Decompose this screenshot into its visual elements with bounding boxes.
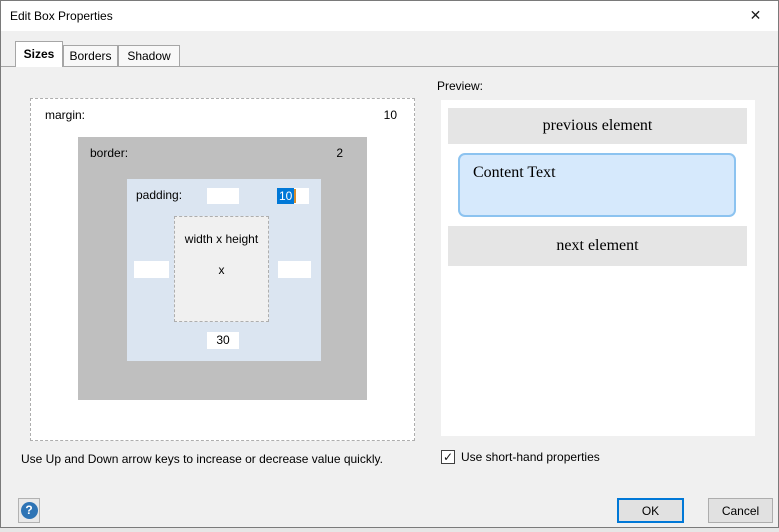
ok-button[interactable]: OK (617, 498, 684, 523)
help-button[interactable]: ? (18, 498, 40, 523)
titlebar: Edit Box Properties ✕ (1, 1, 778, 31)
dialog-title: Edit Box Properties (10, 1, 113, 31)
help-icon: ? (21, 502, 38, 519)
tab-strip-divider (1, 66, 778, 67)
content-size-diagram: width x height x (174, 216, 269, 322)
dimension-separator-label: x (175, 263, 268, 277)
preview-label: Preview: (437, 79, 483, 93)
padding-left-field[interactable] (134, 261, 169, 278)
hint-text: Use Up and Down arrow keys to increase o… (21, 452, 383, 466)
edit-box-properties-dialog: Edit Box Properties ✕ Sizes Borders Shad… (0, 0, 779, 528)
text-caret (294, 189, 296, 203)
next-element-preview: next element (448, 226, 747, 266)
shorthand-checkbox-row[interactable]: ✓ Use short-hand properties (441, 450, 600, 464)
border-value-field[interactable]: 2 (336, 146, 343, 160)
shorthand-checkbox[interactable]: ✓ (441, 450, 455, 464)
border-box-diagram: border: 2 padding: 10 30 width x height … (78, 137, 367, 400)
tab-shadow[interactable]: Shadow (118, 45, 180, 66)
padding-top-first-field[interactable] (207, 188, 239, 204)
tab-sizes[interactable]: Sizes (15, 41, 63, 67)
cancel-button[interactable]: Cancel (708, 498, 773, 523)
padding-top-second-field[interactable]: 10 (277, 188, 309, 204)
padding-box-diagram: padding: 10 30 width x height x (127, 179, 321, 361)
close-button[interactable]: ✕ (733, 1, 778, 31)
previous-element-preview: previous element (448, 108, 747, 144)
padding-bottom-field[interactable]: 30 (207, 332, 239, 349)
border-label: border: (90, 146, 128, 160)
margin-value-field[interactable]: 10 (384, 108, 397, 122)
margin-label: margin: (45, 108, 85, 122)
preview-panel: previous element Content Text next eleme… (441, 100, 755, 436)
padding-right-field[interactable] (278, 261, 311, 278)
selected-text: 10 (277, 188, 294, 204)
padding-label: padding: (136, 188, 182, 202)
check-icon: ✓ (443, 451, 453, 463)
content-text-preview: Content Text (458, 153, 736, 217)
tab-borders[interactable]: Borders (63, 45, 118, 66)
close-icon: ✕ (750, 8, 762, 24)
width-height-label: width x height (175, 232, 268, 246)
shorthand-checkbox-label: Use short-hand properties (461, 450, 600, 464)
margin-box-diagram: margin: 10 border: 2 padding: 10 30 widt… (30, 98, 415, 441)
